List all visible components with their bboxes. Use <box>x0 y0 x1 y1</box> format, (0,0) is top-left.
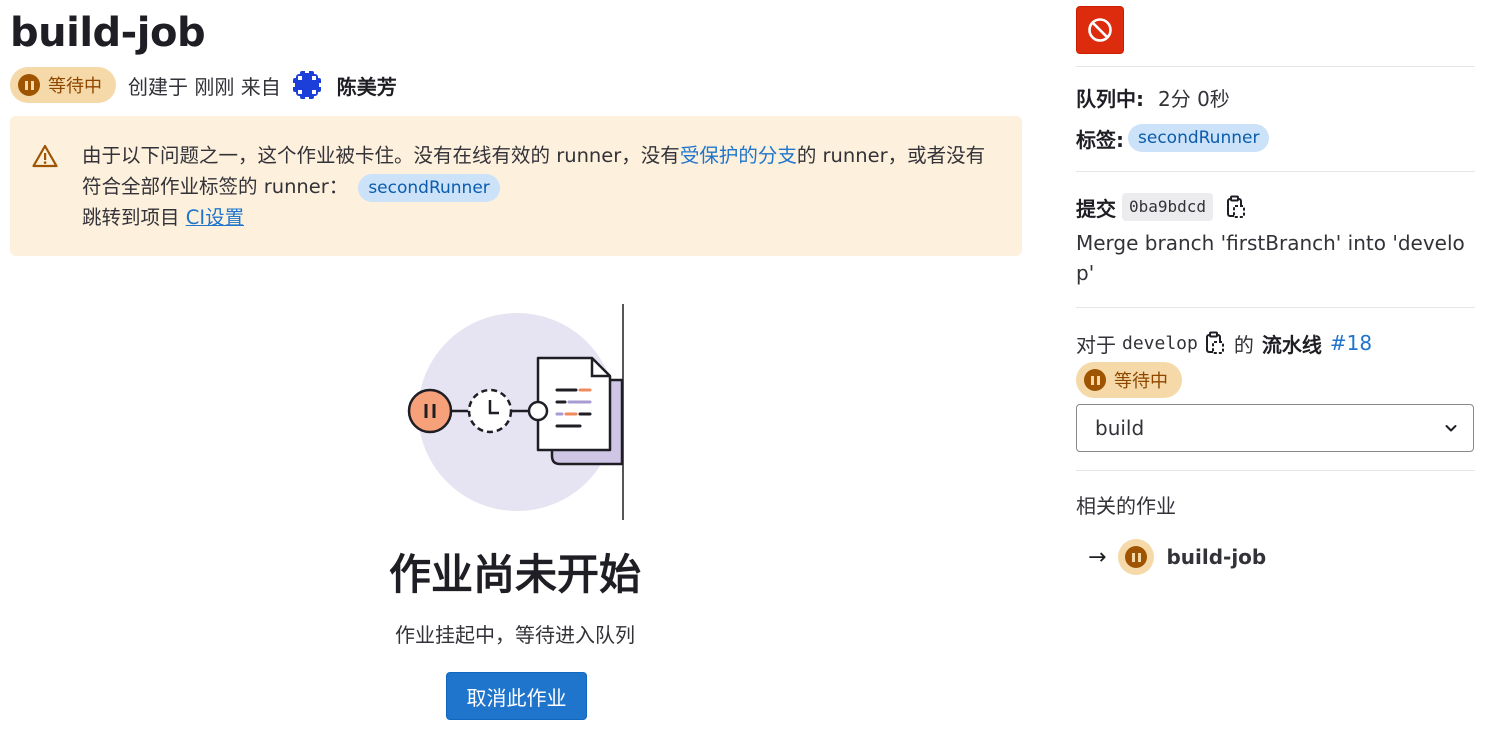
stuck-job-alert: 由于以下问题之一，这个作业被卡住。没有在线有效的 runner，没有受保护的分支… <box>10 116 1022 256</box>
copy-icon[interactable] <box>1225 195 1246 219</box>
commit-label: 提交 <box>1076 196 1116 221</box>
created-text: 创建于 刚刚 来自 <box>128 74 281 99</box>
empty-state-description: 作业挂起中，等待进入队列 <box>395 623 635 647</box>
divider <box>1076 470 1475 471</box>
copy-icon[interactable] <box>1204 331 1224 355</box>
status-badge-label: 等待中 <box>1114 371 1168 392</box>
pipeline-status: 等待中 <box>1076 362 1182 398</box>
pause-icon <box>18 74 40 96</box>
cancel-icon <box>1088 18 1112 42</box>
arrow-right-icon: → <box>1088 544 1107 570</box>
queued-duration: 队列中: 2分 0秒 <box>1076 82 1230 112</box>
pause-icon <box>1084 369 1106 391</box>
status-icon <box>1118 539 1155 575</box>
pending-job-illustration <box>407 304 624 520</box>
tags-label: 标签: <box>1076 127 1124 152</box>
stage-dropdown[interactable]: build <box>1076 404 1474 452</box>
protected-branch-link[interactable]: 受保护的分支 <box>680 144 797 167</box>
pause-icon <box>1125 546 1148 568</box>
status-badge-label: 等待中 <box>48 76 102 97</box>
related-jobs-title: 相关的作业 <box>1076 494 1176 518</box>
ci-settings-link[interactable]: CI设置 <box>186 206 244 229</box>
divider <box>1076 307 1475 308</box>
divider <box>1076 66 1475 67</box>
commit-row: 提交 0ba9bdcd <box>1076 192 1246 222</box>
stage-selected: build <box>1095 416 1145 440</box>
alert-goto-text: 跳转到项目 <box>82 206 186 229</box>
alert-body: 由于以下问题之一，这个作业被卡住。没有在线有效的 runner，没有受保护的分支… <box>82 140 1002 233</box>
queued-value: 2分 0秒 <box>1158 86 1230 111</box>
chevron-down-icon <box>1445 425 1457 432</box>
commit-sha-link[interactable]: 0ba9bdcd <box>1122 193 1214 221</box>
pipeline-info: 对于 develop 的 流水线 #18 <box>1076 328 1372 358</box>
branch-name[interactable]: develop <box>1122 333 1198 354</box>
pipeline-prefix: 对于 <box>1076 332 1116 357</box>
job-tags: 标签: secondRunner <box>1076 122 1270 154</box>
warning-icon <box>32 144 58 168</box>
alert-text: 由于以下问题之一，这个作业被卡住。没有在线有效的 runner，没有 <box>82 144 680 167</box>
job-meta: 等待中 创建于 刚刚 来自 陈美芳 <box>10 67 397 103</box>
erase-job-button[interactable] <box>1076 6 1124 54</box>
related-job-item[interactable]: → build-job <box>1088 538 1266 576</box>
author-name[interactable]: 陈美芳 <box>337 71 397 100</box>
status-badge[interactable]: 等待中 <box>10 67 116 103</box>
runner-tag: secondRunner <box>1128 124 1270 152</box>
queued-label: 队列中: <box>1076 86 1144 111</box>
pipeline-label: 流水线 <box>1261 332 1322 357</box>
cancel-job-button[interactable]: 取消此作业 <box>446 672 587 720</box>
related-job-name[interactable]: build-job <box>1166 545 1266 569</box>
avatar[interactable] <box>289 67 325 103</box>
pipeline-of: 的 <box>1233 332 1254 357</box>
divider <box>1076 171 1475 172</box>
job-title: build-job <box>10 10 206 56</box>
status-badge[interactable]: 等待中 <box>1076 362 1182 398</box>
pipeline-link[interactable]: #18 <box>1330 331 1372 355</box>
runner-tag: secondRunner <box>358 173 500 202</box>
commit-message: Merge branch 'firstBranch' into 'develop… <box>1076 231 1465 285</box>
empty-state-title: 作业尚未开始 <box>388 550 641 599</box>
